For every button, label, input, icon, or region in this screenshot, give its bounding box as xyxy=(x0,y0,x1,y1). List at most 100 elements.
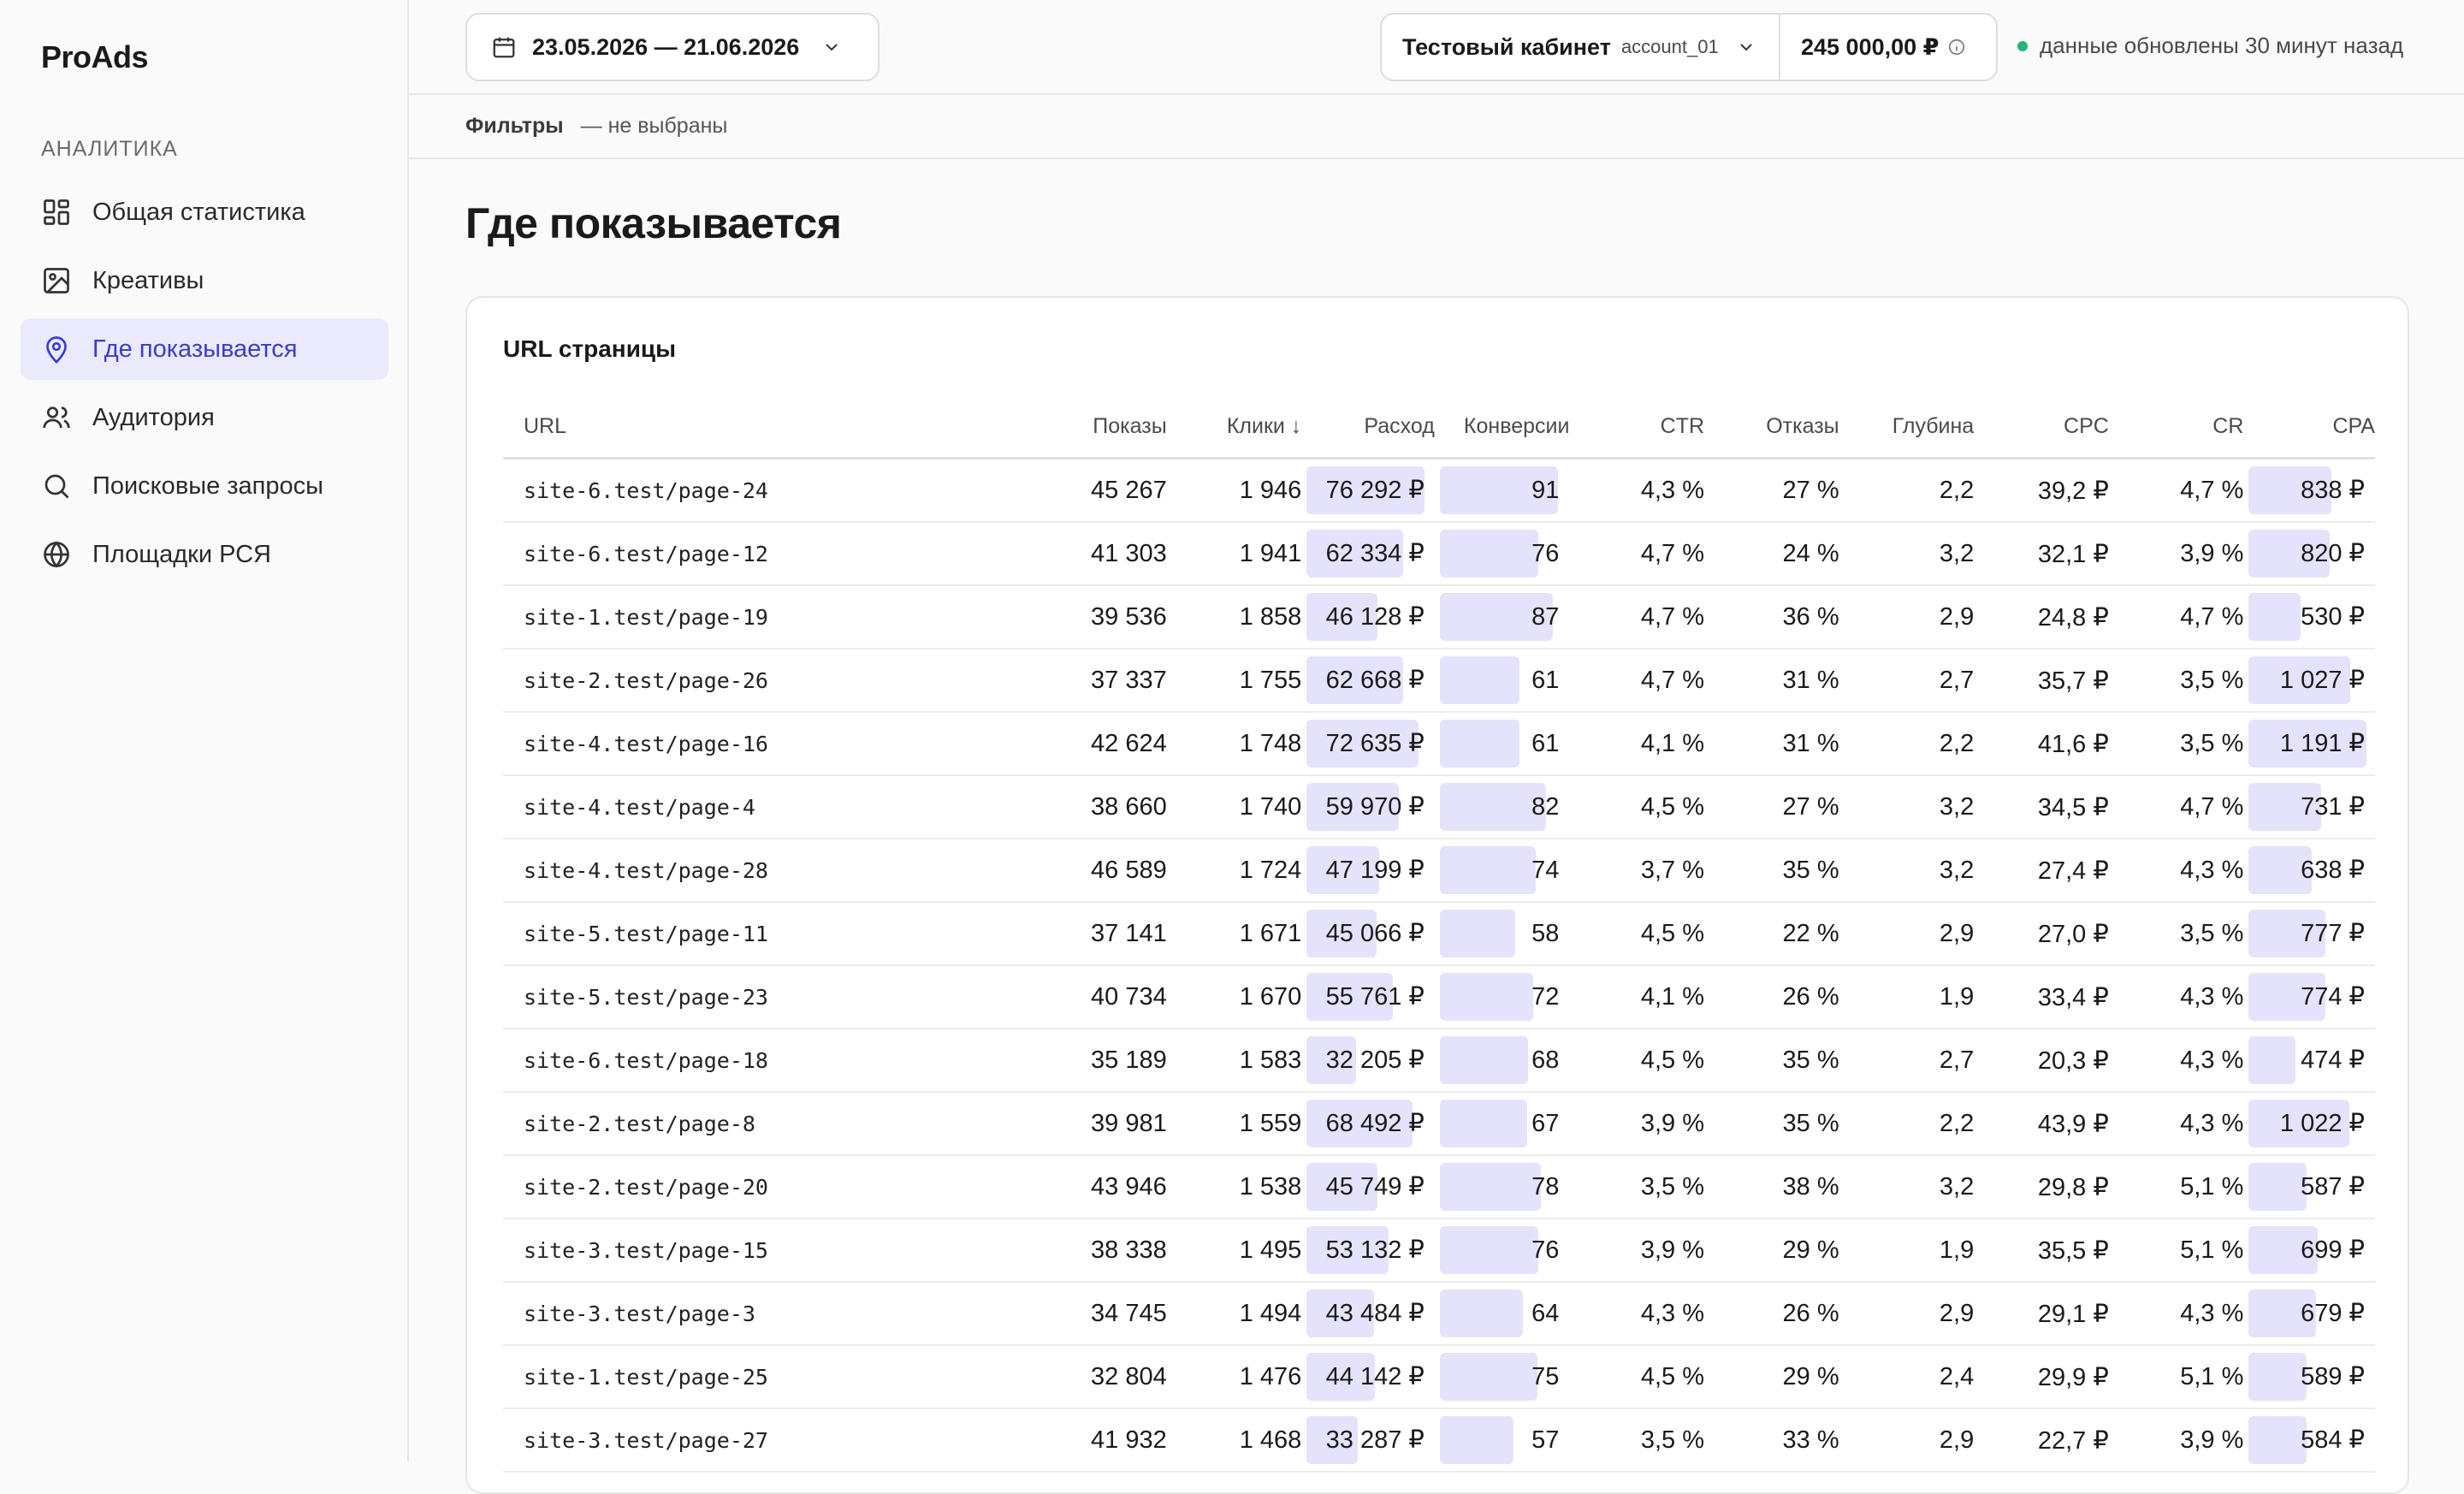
table-row[interactable]: site-3.test/page-27 41 932 1 468 33 287 ₽ 57… xyxy=(503,1408,2375,1473)
table-row[interactable]: site-4.test/page-28 46 589 1 724 47 199 ₽ 74… xyxy=(503,839,2375,903)
table-title: URL страницы xyxy=(503,335,677,362)
cell-cpa-value: 474 ₽ xyxy=(2301,1046,2365,1074)
account-selector[interactable]: Тестовый кабинет account_01 xyxy=(1382,15,1780,80)
cell-spend-value: 72 635 ₽ xyxy=(1325,730,1424,757)
sidebar-item-search-queries[interactable]: Поисковые запросы xyxy=(21,455,388,517)
column-header-depth[interactable]: Глубина xyxy=(1839,395,1975,459)
table-row[interactable]: site-2.test/page-8 39 981 1 559 68 492 ₽ 67 3… xyxy=(503,1092,2375,1156)
cell-bounce: 24 % xyxy=(1704,522,1839,586)
conversions-bar xyxy=(1439,1163,1541,1211)
table-row[interactable]: site-5.test/page-23 40 734 1 670 55 761 ₽ 72… xyxy=(503,965,2375,1029)
cell-cr: 3,5 % xyxy=(2108,902,2244,966)
filters-label[interactable]: Фильтры xyxy=(465,114,564,139)
table-row[interactable]: site-3.test/page-15 38 338 1 495 53 132 ₽ 76… xyxy=(503,1218,2375,1283)
cell-bounce: 29 % xyxy=(1704,1345,1839,1409)
column-header-bounce[interactable]: Отказы xyxy=(1704,395,1839,459)
cell-cpa: 1 027 ₽ xyxy=(2243,649,2375,713)
cell-conversions: 76 xyxy=(1434,522,1570,586)
column-header-spend[interactable]: Расход xyxy=(1301,395,1435,459)
cell-cpc: 32,1 ₽ xyxy=(1974,522,2109,586)
cell-spend: 62 668 ₽ xyxy=(1301,649,1435,713)
column-header-ctr[interactable]: CTR xyxy=(1569,395,1705,459)
cell-spend: 44 142 ₽ xyxy=(1301,1345,1435,1409)
table-row[interactable]: site-5.test/page-11 37 141 1 671 45 066 ₽ 58… xyxy=(503,902,2375,966)
cell-url: site-1.test/page-25 xyxy=(503,1345,1050,1409)
cell-shows: 37 141 xyxy=(1049,902,1167,966)
cpa-bar xyxy=(2248,593,2301,641)
table-row[interactable]: site-2.test/page-26 37 337 1 755 62 668 ₽ 61… xyxy=(503,649,2375,713)
cell-cpa: 1 022 ₽ xyxy=(2243,1092,2375,1156)
cell-bounce: 35 % xyxy=(1704,1029,1839,1093)
cell-clicks: 1 941 xyxy=(1166,522,1302,586)
cell-ctr: 4,5 % xyxy=(1569,775,1705,839)
cell-cr: 5,1 % xyxy=(2108,1155,2244,1219)
image-icon xyxy=(41,265,72,296)
cell-depth: 2,2 xyxy=(1839,458,1975,523)
cell-cpa-value: 1 027 ₽ xyxy=(2279,667,2365,694)
cell-cr: 4,7 % xyxy=(2108,585,2244,649)
cell-depth: 2,2 xyxy=(1839,1092,1975,1156)
conversions-bar xyxy=(1439,656,1519,704)
table-row[interactable]: site-1.test/page-19 39 536 1 858 46 128 ₽ 87… xyxy=(503,585,2375,649)
cell-ctr: 4,5 % xyxy=(1569,1345,1705,1409)
status-dot xyxy=(2017,40,2028,51)
cell-cpa: 774 ₽ xyxy=(2243,965,2375,1029)
cell-depth: 2,9 xyxy=(1839,585,1975,649)
table-row[interactable]: site-1.test/page-25 32 804 1 476 44 142 ₽ 75… xyxy=(503,1345,2375,1409)
column-header-url[interactable]: URL xyxy=(503,395,1050,459)
conversions-bar xyxy=(1439,530,1538,578)
cell-cpa-value: 1 022 ₽ xyxy=(2279,1110,2365,1137)
column-header-conversions[interactable]: Конверсии xyxy=(1434,395,1570,459)
sidebar-item-label: Креативы xyxy=(92,266,204,294)
cell-cpa: 777 ₽ xyxy=(2243,902,2375,966)
conversions-bar xyxy=(1439,1100,1527,1147)
column-header-shows[interactable]: Показы xyxy=(1049,395,1167,459)
table-row[interactable]: site-6.test/page-18 35 189 1 583 32 205 ₽ 68… xyxy=(503,1029,2375,1093)
table-row[interactable]: site-4.test/page-4 38 660 1 740 59 970 ₽ 82 4… xyxy=(503,775,2375,839)
cell-cpa-value: 530 ₽ xyxy=(2301,603,2365,631)
cell-bounce: 38 % xyxy=(1704,1155,1839,1219)
column-header-cpc[interactable]: CPC xyxy=(1974,395,2109,459)
date-range-picker[interactable]: 23.05.2026 — 21.06.2026 xyxy=(465,13,880,81)
cell-cpc: 35,5 ₽ xyxy=(1974,1218,2109,1283)
account-name: Тестовый кабинет xyxy=(1402,33,1611,60)
cell-bounce: 35 % xyxy=(1704,839,1839,903)
cell-cr: 4,3 % xyxy=(2108,965,2244,1029)
cell-shows: 35 189 xyxy=(1049,1029,1167,1093)
cell-spend-value: 55 761 ₽ xyxy=(1325,983,1424,1011)
app-logo[interactable]: ProAds xyxy=(41,39,149,75)
sidebar-item-overview[interactable]: Общая статистика xyxy=(21,181,388,243)
cell-cpa: 731 ₽ xyxy=(2243,775,2375,839)
cell-spend: 46 128 ₽ xyxy=(1301,585,1435,649)
cell-bounce: 29 % xyxy=(1704,1218,1839,1283)
cell-cpc: 43,9 ₽ xyxy=(1974,1092,2109,1156)
column-header-cpa[interactable]: CPA xyxy=(2243,395,2375,459)
cell-shows: 42 624 xyxy=(1049,712,1167,776)
cell-clicks: 1 946 xyxy=(1166,458,1302,523)
cell-shows: 37 337 xyxy=(1049,649,1167,713)
cell-shows: 38 660 xyxy=(1049,775,1167,839)
sidebar-item-audience[interactable]: Аудитория xyxy=(21,387,388,448)
sidebar-item-rsya-sites[interactable]: Площадки РСЯ xyxy=(21,524,388,585)
cell-conversions: 91 xyxy=(1434,458,1570,523)
cell-conversions: 87 xyxy=(1434,585,1570,649)
cell-spend-value: 68 492 ₽ xyxy=(1325,1110,1424,1137)
cell-conversions-value: 76 xyxy=(1531,540,1560,567)
column-header-clicks[interactable]: Клики ↓ xyxy=(1166,395,1302,459)
sidebar-item-creatives[interactable]: Креативы xyxy=(21,250,388,311)
cell-spend: 53 132 ₽ xyxy=(1301,1218,1435,1283)
cell-cr: 4,3 % xyxy=(2108,1029,2244,1093)
table-row[interactable]: site-6.test/page-12 41 303 1 941 62 334 ₽ 76… xyxy=(503,522,2375,586)
cell-depth: 3,2 xyxy=(1839,1155,1975,1219)
cell-spend-value: 32 205 ₽ xyxy=(1325,1046,1424,1074)
sidebar-item-placements[interactable]: Где показывается xyxy=(21,318,388,380)
table-row[interactable]: site-6.test/page-24 45 267 1 946 76 292 ₽ 91… xyxy=(503,458,2375,523)
cell-spend-value: 76 292 ₽ xyxy=(1325,477,1424,504)
cell-clicks: 1 748 xyxy=(1166,712,1302,776)
table-row[interactable]: site-3.test/page-3 34 745 1 494 43 484 ₽ 64 4… xyxy=(503,1282,2375,1346)
table-row[interactable]: site-4.test/page-16 42 624 1 748 72 635 ₽ 61… xyxy=(503,712,2375,776)
info-icon[interactable] xyxy=(1947,38,1966,56)
table-row[interactable]: site-2.test/page-20 43 946 1 538 45 749 ₽ 78… xyxy=(503,1155,2375,1219)
column-header-cr[interactable]: CR xyxy=(2108,395,2244,459)
cell-cr: 5,1 % xyxy=(2108,1345,2244,1409)
